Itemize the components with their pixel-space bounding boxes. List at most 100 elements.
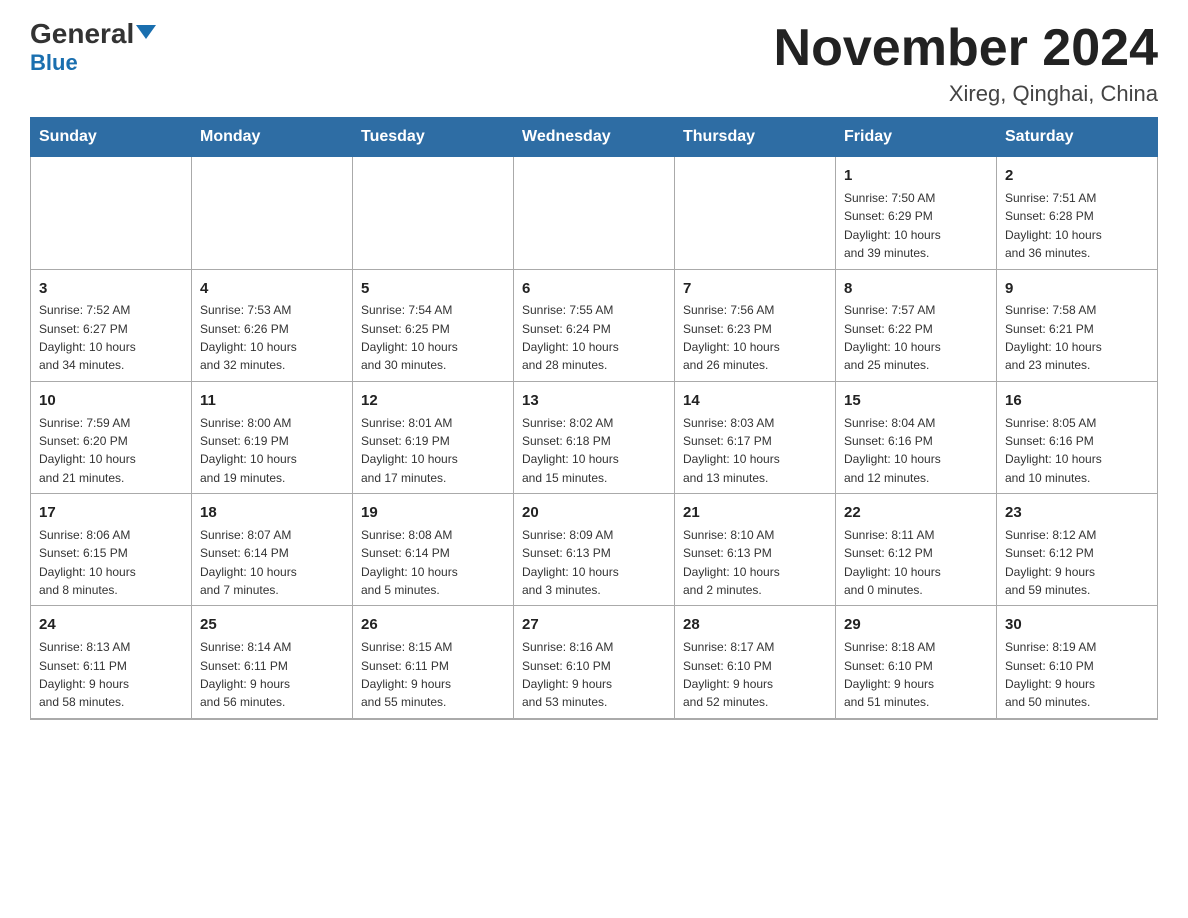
day-info: Sunrise: 8:02 AM Sunset: 6:18 PM Dayligh…	[522, 416, 619, 485]
calendar-cell: 1 Sunrise: 7:50 AM Sunset: 6:29 PM Daylig…	[836, 157, 997, 269]
day-info: Sunrise: 8:16 AM Sunset: 6:10 PM Dayligh…	[522, 640, 613, 709]
day-info: Sunrise: 8:05 AM Sunset: 6:16 PM Dayligh…	[1005, 416, 1102, 485]
header-wednesday: Wednesday	[514, 118, 675, 157]
day-number: 24	[39, 614, 183, 636]
day-number: 16	[1005, 390, 1149, 412]
page-header: General Blue November 2024 Xireg, Qingha…	[30, 20, 1158, 107]
day-number: 14	[683, 390, 827, 412]
calendar-cell: 4 Sunrise: 7:53 AM Sunset: 6:26 PM Daylig…	[192, 269, 353, 381]
day-info: Sunrise: 8:01 AM Sunset: 6:19 PM Dayligh…	[361, 416, 458, 485]
calendar-cell: 25 Sunrise: 8:14 AM Sunset: 6:11 PM Dayli…	[192, 606, 353, 719]
calendar-cell: 9 Sunrise: 7:58 AM Sunset: 6:21 PM Daylig…	[997, 269, 1158, 381]
day-number: 12	[361, 390, 505, 412]
day-info: Sunrise: 7:52 AM Sunset: 6:27 PM Dayligh…	[39, 303, 136, 372]
calendar-cell: 17 Sunrise: 8:06 AM Sunset: 6:15 PM Dayli…	[31, 494, 192, 606]
day-info: Sunrise: 7:53 AM Sunset: 6:26 PM Dayligh…	[200, 303, 297, 372]
calendar-cell: 21 Sunrise: 8:10 AM Sunset: 6:13 PM Dayli…	[675, 494, 836, 606]
day-number: 30	[1005, 614, 1149, 636]
calendar-cell: 30 Sunrise: 8:19 AM Sunset: 6:10 PM Dayli…	[997, 606, 1158, 719]
day-number: 3	[39, 278, 183, 300]
calendar-cell: 14 Sunrise: 8:03 AM Sunset: 6:17 PM Dayli…	[675, 381, 836, 493]
day-number: 29	[844, 614, 988, 636]
calendar-week-row: 10Sunrise: 7:59 AM Sunset: 6:20 PM Dayli…	[31, 381, 1158, 493]
day-info: Sunrise: 8:07 AM Sunset: 6:14 PM Dayligh…	[200, 528, 297, 597]
header-sunday: Sunday	[31, 118, 192, 157]
day-info: Sunrise: 8:17 AM Sunset: 6:10 PM Dayligh…	[683, 640, 774, 709]
day-number: 15	[844, 390, 988, 412]
calendar-cell: 18 Sunrise: 8:07 AM Sunset: 6:14 PM Dayli…	[192, 494, 353, 606]
day-number: 13	[522, 390, 666, 412]
calendar-cell: 23Sunrise: 8:12 AM Sunset: 6:12 PM Dayli…	[997, 494, 1158, 606]
day-info: Sunrise: 8:19 AM Sunset: 6:10 PM Dayligh…	[1005, 640, 1096, 709]
calendar-cell: 12 Sunrise: 8:01 AM Sunset: 6:19 PM Dayli…	[353, 381, 514, 493]
day-info: Sunrise: 7:50 AM Sunset: 6:29 PM Dayligh…	[844, 191, 941, 260]
calendar-cell: 24 Sunrise: 8:13 AM Sunset: 6:11 PM Dayli…	[31, 606, 192, 719]
header-monday: Monday	[192, 118, 353, 157]
calendar-header-row: SundayMondayTuesdayWednesdayThursdayFrid…	[31, 118, 1158, 157]
calendar-cell: 19 Sunrise: 8:08 AM Sunset: 6:14 PM Dayli…	[353, 494, 514, 606]
calendar-cell	[192, 157, 353, 269]
day-number: 8	[844, 278, 988, 300]
day-info: Sunrise: 8:00 AM Sunset: 6:19 PM Dayligh…	[200, 416, 297, 485]
day-number: 21	[683, 502, 827, 524]
day-number: 27	[522, 614, 666, 636]
calendar-cell: 27 Sunrise: 8:16 AM Sunset: 6:10 PM Dayli…	[514, 606, 675, 719]
calendar-cell: 5 Sunrise: 7:54 AM Sunset: 6:25 PM Daylig…	[353, 269, 514, 381]
day-info: Sunrise: 8:08 AM Sunset: 6:14 PM Dayligh…	[361, 528, 458, 597]
calendar-week-row: 1 Sunrise: 7:50 AM Sunset: 6:29 PM Daylig…	[31, 157, 1158, 269]
day-info: Sunrise: 7:54 AM Sunset: 6:25 PM Dayligh…	[361, 303, 458, 372]
day-info: Sunrise: 8:10 AM Sunset: 6:13 PM Dayligh…	[683, 528, 780, 597]
day-number: 25	[200, 614, 344, 636]
day-number: 2	[1005, 165, 1149, 187]
day-info: Sunrise: 8:18 AM Sunset: 6:10 PM Dayligh…	[844, 640, 935, 709]
calendar-week-row: 24 Sunrise: 8:13 AM Sunset: 6:11 PM Dayli…	[31, 606, 1158, 719]
calendar-week-row: 3 Sunrise: 7:52 AM Sunset: 6:27 PM Daylig…	[31, 269, 1158, 381]
day-number: 26	[361, 614, 505, 636]
day-info: Sunrise: 8:15 AM Sunset: 6:11 PM Dayligh…	[361, 640, 452, 709]
day-number: 1	[844, 165, 988, 187]
calendar-cell: 16 Sunrise: 8:05 AM Sunset: 6:16 PM Dayli…	[997, 381, 1158, 493]
day-number: 17	[39, 502, 183, 524]
calendar-cell: 8 Sunrise: 7:57 AM Sunset: 6:22 PM Daylig…	[836, 269, 997, 381]
day-number: 4	[200, 278, 344, 300]
logo: General Blue	[30, 20, 156, 76]
day-info: Sunrise: 8:12 AM Sunset: 6:12 PM Dayligh…	[1005, 528, 1096, 597]
day-info: Sunrise: 8:14 AM Sunset: 6:11 PM Dayligh…	[200, 640, 291, 709]
calendar-cell: 28 Sunrise: 8:17 AM Sunset: 6:10 PM Dayli…	[675, 606, 836, 719]
day-number: 9	[1005, 278, 1149, 300]
day-number: 28	[683, 614, 827, 636]
day-number: 18	[200, 502, 344, 524]
title-area: November 2024 Xireg, Qinghai, China	[774, 20, 1158, 107]
day-info: Sunrise: 8:03 AM Sunset: 6:17 PM Dayligh…	[683, 416, 780, 485]
header-saturday: Saturday	[997, 118, 1158, 157]
day-info: Sunrise: 7:57 AM Sunset: 6:22 PM Dayligh…	[844, 303, 941, 372]
day-info: Sunrise: 8:06 AM Sunset: 6:15 PM Dayligh…	[39, 528, 136, 597]
calendar-week-row: 17 Sunrise: 8:06 AM Sunset: 6:15 PM Dayli…	[31, 494, 1158, 606]
month-title: November 2024	[774, 20, 1158, 77]
calendar-cell: 7Sunrise: 7:56 AM Sunset: 6:23 PM Daylig…	[675, 269, 836, 381]
calendar-cell: 20 Sunrise: 8:09 AM Sunset: 6:13 PM Dayli…	[514, 494, 675, 606]
day-info: Sunrise: 8:04 AM Sunset: 6:16 PM Dayligh…	[844, 416, 941, 485]
day-number: 22	[844, 502, 988, 524]
logo-blue: Blue	[30, 50, 78, 76]
day-info: Sunrise: 8:11 AM Sunset: 6:12 PM Dayligh…	[844, 528, 941, 597]
calendar-cell: 15 Sunrise: 8:04 AM Sunset: 6:16 PM Dayli…	[836, 381, 997, 493]
location: Xireg, Qinghai, China	[774, 81, 1158, 107]
day-info: Sunrise: 8:09 AM Sunset: 6:13 PM Dayligh…	[522, 528, 619, 597]
calendar-cell	[675, 157, 836, 269]
calendar-cell: 11Sunrise: 8:00 AM Sunset: 6:19 PM Dayli…	[192, 381, 353, 493]
day-number: 19	[361, 502, 505, 524]
day-info: Sunrise: 8:13 AM Sunset: 6:11 PM Dayligh…	[39, 640, 130, 709]
logo-general: General	[30, 18, 134, 49]
calendar-table: SundayMondayTuesdayWednesdayThursdayFrid…	[30, 117, 1158, 720]
calendar-cell: 6Sunrise: 7:55 AM Sunset: 6:24 PM Daylig…	[514, 269, 675, 381]
logo-triangle-icon	[136, 25, 156, 39]
day-number: 6	[522, 278, 666, 300]
day-info: Sunrise: 7:58 AM Sunset: 6:21 PM Dayligh…	[1005, 303, 1102, 372]
day-number: 20	[522, 502, 666, 524]
day-number: 10	[39, 390, 183, 412]
day-number: 5	[361, 278, 505, 300]
calendar-cell: 29 Sunrise: 8:18 AM Sunset: 6:10 PM Dayli…	[836, 606, 997, 719]
header-thursday: Thursday	[675, 118, 836, 157]
calendar-cell: 2Sunrise: 7:51 AM Sunset: 6:28 PM Daylig…	[997, 157, 1158, 269]
